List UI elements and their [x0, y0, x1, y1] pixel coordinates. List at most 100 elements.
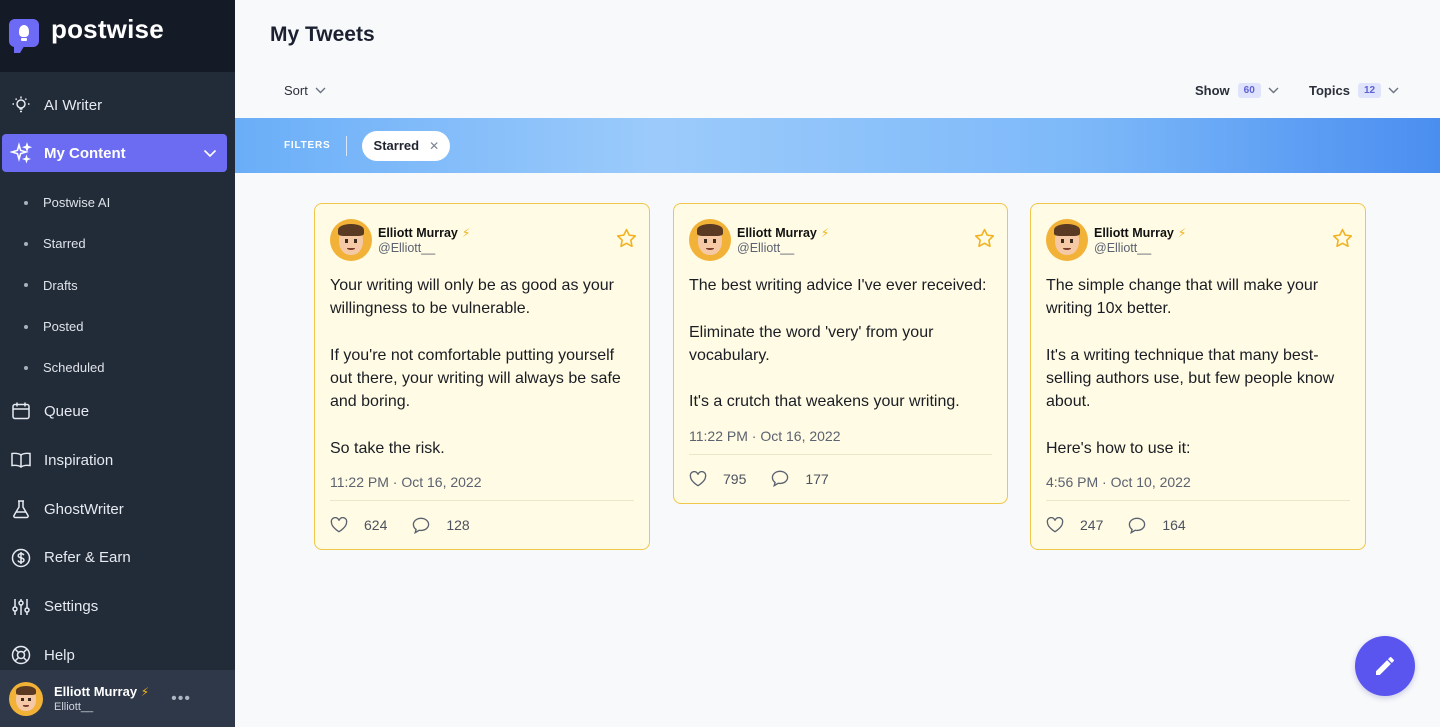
reply-button[interactable]: 128 — [412, 517, 470, 534]
tweet-stats: 247 164 — [1046, 501, 1350, 549]
submenu-item-label: Postwise AI — [43, 195, 111, 211]
postwise-logo-icon[interactable] — [9, 19, 39, 53]
like-button[interactable]: 795 — [689, 470, 747, 487]
chevron-down-icon[interactable] — [203, 145, 217, 162]
pencil-icon — [1376, 657, 1394, 675]
tweet-card[interactable]: Elliott Murray ⚡ @Elliott__ The simple ch… — [1030, 203, 1366, 551]
avatar — [689, 219, 731, 261]
bulb-icon — [10, 94, 32, 116]
filter-chip-starred[interactable]: Starred ✕ — [361, 130, 451, 161]
bullet-icon — [24, 324, 28, 329]
submenu-item-scheduled[interactable]: Scheduled — [0, 347, 235, 388]
more-options-icon[interactable]: ••• — [171, 690, 191, 708]
tweet-handle: @Elliott__ — [378, 240, 436, 255]
user-profile-bar[interactable]: Elliott Murray ⚡ Elliott__ ••• — [0, 670, 235, 727]
sidebar-item-refer-earn[interactable]: Refer & Earn — [2, 539, 227, 577]
bullet-icon — [24, 241, 28, 246]
chevron-down-icon — [1388, 87, 1399, 94]
tweet-timestamp: 4:56 PM · Oct 10, 2022 — [1046, 474, 1350, 502]
sidebar: postwise AI Writer My Content Postwise A… — [0, 0, 235, 727]
tweet-paragraph: The best writing advice I've ever receiv… — [689, 277, 987, 294]
sidebar-item-label: Inspiration — [44, 451, 114, 469]
star-icon[interactable] — [974, 228, 995, 253]
tweet-body: The simple change that will make your wr… — [1046, 274, 1350, 460]
compose-button[interactable] — [1355, 636, 1415, 696]
tweet-handle: @Elliott__ — [1094, 240, 1152, 255]
bullet-icon — [24, 365, 28, 370]
lifebuoy-icon — [10, 644, 32, 666]
tweet-header: Elliott Murray ⚡ @Elliott__ — [689, 218, 995, 262]
user-handle: Elliott__ — [54, 701, 94, 713]
avatar — [1046, 219, 1088, 261]
sidebar-item-inspiration[interactable]: Inspiration — [2, 441, 227, 479]
bullet-icon — [24, 283, 28, 288]
reply-button[interactable]: 164 — [1128, 517, 1186, 534]
sidebar-item-ai-writer[interactable]: AI Writer — [2, 86, 227, 124]
tweet-author: Elliott Murray ⚡ — [378, 225, 471, 240]
reply-count: 128 — [446, 517, 470, 534]
tweet-card[interactable]: Elliott Murray ⚡ @Elliott__ The best writ… — [673, 203, 1008, 504]
topics-dropdown[interactable]: Topics 12 — [1309, 83, 1399, 98]
page-title: My Tweets — [270, 23, 375, 46]
sidebar-item-label: Queue — [44, 402, 90, 420]
sidebar-item-queue[interactable]: Queue — [2, 392, 227, 430]
submenu-item-drafts[interactable]: Drafts — [0, 265, 235, 306]
tweet-timestamp: 11:22 PM · Oct 16, 2022 — [330, 474, 634, 502]
divider — [345, 135, 347, 156]
sidebar-item-label: AI Writer — [44, 96, 103, 114]
bolt-icon: ⚡ — [820, 225, 830, 240]
sort-label: Sort — [284, 83, 308, 98]
reply-count: 177 — [805, 470, 829, 487]
submenu-item-posted[interactable]: Posted — [0, 306, 235, 347]
tweet-card[interactable]: Elliott Murray ⚡ @Elliott__ Your writing … — [314, 203, 650, 551]
close-icon[interactable]: ✕ — [429, 139, 439, 153]
sidebar-nav: AI Writer My Content Postwise AI Starred… — [0, 72, 235, 674]
bolt-icon: ⚡ — [461, 225, 471, 240]
filters-bar: FILTERS Starred ✕ — [235, 118, 1440, 173]
like-button[interactable]: 624 — [330, 517, 387, 533]
tweet-paragraph: It's a writing technique that many best-… — [1046, 346, 1335, 411]
tweet-paragraph: It's a crutch that weakens your writing. — [689, 393, 960, 411]
brand-header: postwise — [0, 0, 235, 72]
tweet-body: Your writing will only be as good as you… — [330, 274, 634, 460]
tweet-paragraph: Eliminate the word 'very' from your voca… — [689, 323, 934, 364]
book-icon — [10, 449, 32, 471]
sidebar-item-my-content[interactable]: My Content — [2, 134, 227, 172]
submenu-item-postwise-ai[interactable]: Postwise AI — [0, 182, 235, 223]
tweet-paragraph: So take the risk. — [330, 440, 445, 458]
heart-icon — [1046, 517, 1064, 533]
show-dropdown[interactable]: Show 60 — [1195, 83, 1279, 98]
tweet-author: Elliott Murray ⚡ — [737, 225, 830, 240]
star-icon[interactable] — [1332, 228, 1353, 253]
chevron-down-icon — [315, 87, 326, 94]
heart-icon — [330, 517, 348, 533]
sidebar-item-ghostwriter[interactable]: GhostWriter — [2, 490, 227, 528]
tweet-handle: @Elliott__ — [737, 240, 795, 255]
sidebar-item-help[interactable]: Help — [2, 636, 227, 674]
show-label: Show — [1195, 83, 1230, 98]
star-icon[interactable] — [616, 228, 637, 253]
sliders-icon — [10, 596, 32, 618]
tweet-body: The best writing advice I've ever receiv… — [689, 274, 992, 414]
avatar — [330, 219, 372, 261]
comment-icon — [772, 470, 789, 488]
like-count: 624 — [364, 517, 388, 534]
reply-button[interactable]: 177 — [771, 470, 829, 488]
sidebar-item-label: Refer & Earn — [44, 549, 131, 567]
like-count: 795 — [723, 470, 747, 487]
tweet-header: Elliott Murray ⚡ @Elliott__ — [330, 218, 637, 262]
like-button[interactable]: 247 — [1046, 517, 1103, 533]
tweet-timestamp: 11:22 PM · Oct 16, 2022 — [689, 428, 992, 455]
toolbar: Sort Show 60 Topics 12 — [235, 70, 1440, 112]
tweet-paragraph: Your writing will only be as good as you… — [330, 277, 615, 318]
filters-label: FILTERS — [284, 140, 331, 151]
flask-icon — [10, 498, 32, 520]
sidebar-item-settings[interactable]: Settings — [2, 588, 227, 626]
submenu-item-starred[interactable]: Starred — [0, 223, 235, 264]
my-content-submenu: Postwise AI Starred Drafts Posted Schedu… — [0, 182, 235, 392]
user-name: Elliott Murray ⚡ — [54, 684, 150, 699]
sort-dropdown[interactable]: Sort — [284, 83, 326, 98]
sidebar-item-label: My Content — [44, 144, 126, 162]
topics-label: Topics — [1309, 83, 1350, 98]
chevron-down-icon — [1268, 87, 1279, 94]
